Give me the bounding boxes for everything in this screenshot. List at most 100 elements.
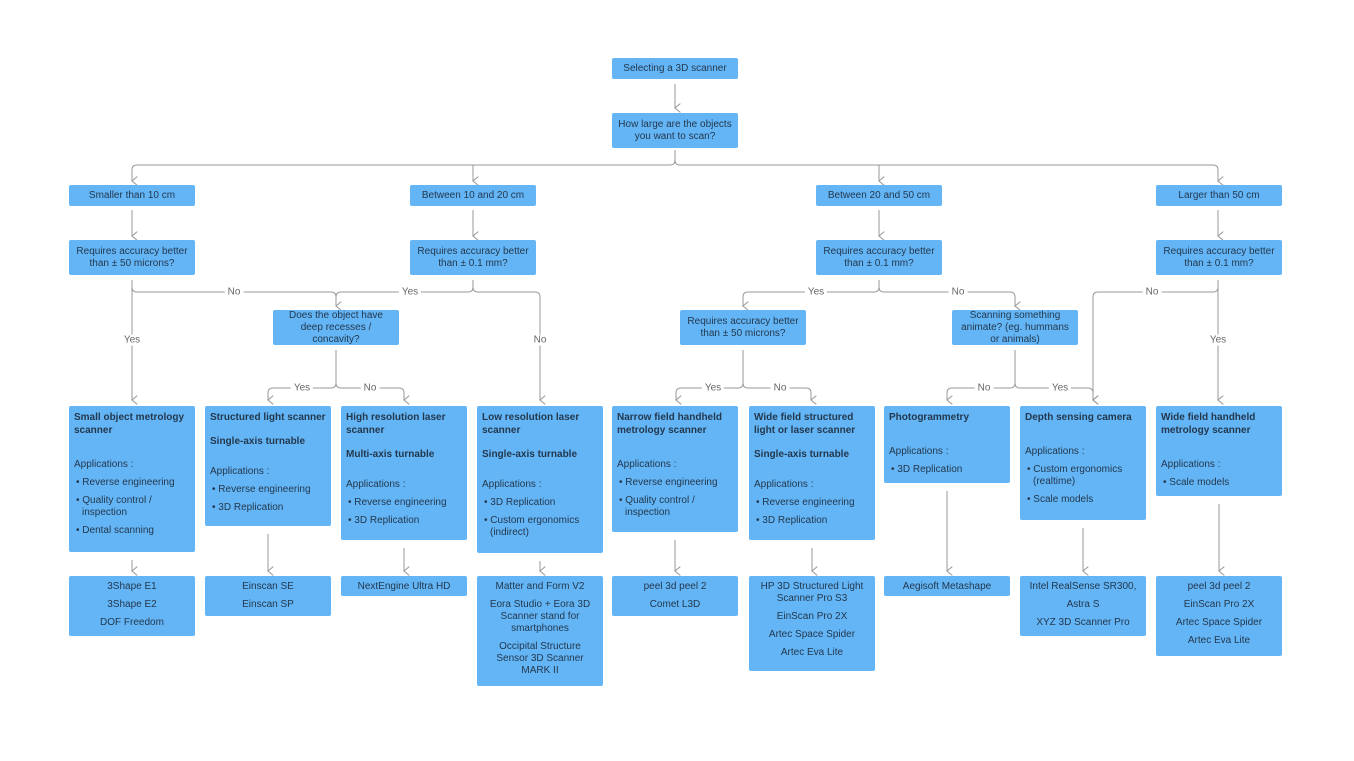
scanner-subtitle: Single-axis turnable [482,449,578,460]
application-item: • Quality control / inspection [76,495,152,518]
product-item: HP 3D Structured Light Scanner Pro S3 [760,581,864,604]
application-item: • Reverse engineering [212,484,311,495]
application-item: • Reverse engineering [756,497,855,508]
application-item: • Dental scanning [76,525,154,536]
applications-label: Applications : [210,466,270,477]
accuracy-question-node: Requires accuracy better than ± 0.1 mm? [1156,240,1282,275]
size-option-node: Larger than 50 cm [1156,185,1282,206]
scanner-node: Wide field structured light or laser sca… [749,406,875,540]
product-list-node: NextEngine Ultra HD [341,576,467,596]
edge-label: No [974,382,994,394]
product-list-node: Aegisoft Metashape [884,576,1010,596]
product-item: NextEngine Ultra HD [357,581,451,592]
scanner-node: Narrow field handheld metrology scanner A… [612,406,738,532]
scanner-subtitle: Single-axis turnable [754,449,850,460]
scanner-name: Structured light scanner [210,412,326,423]
product-item: Artec Space Spider [1175,617,1263,628]
product-item: Eora Studio + Eora 3D Scanner stand for … [489,599,591,634]
product-item: Intel RealSense SR300, [1029,581,1137,592]
scanner-name: Wide field structured light or laser sca… [754,412,856,436]
application-item: • 3D Replication [212,502,284,513]
scanner-name: High resolution laser scanner [346,412,446,436]
sub-question-node: Does the object have deep recesses / con… [273,310,399,345]
product-list-node: Matter and Form V2 Eora Studio + Eora 3D … [477,576,603,686]
application-item: • 3D Replication [348,515,420,526]
applications-label: Applications : [346,479,406,490]
applications-label: Applications : [617,459,677,470]
size-option-node: Smaller than 10 cm [69,185,195,206]
edge-label: No [224,286,244,298]
sub-question-node: Scanning something animate? (eg. hummans… [952,310,1078,345]
scanner-node: Photogrammetry Applications : • 3D Replica… [884,406,1010,483]
scanner-node: High resolution laser scanner Multi-axis … [341,406,467,540]
product-item: peel 3d peel 2 [1187,581,1251,592]
product-list-node: peel 3d peel 2 Comet L3D [612,576,738,616]
application-item: • Quality control / inspection [619,495,695,518]
scanner-subtitle: Multi-axis turnable [346,449,435,460]
scanner-name: Low resolution laser scanner [482,412,580,436]
edge-label: Yes [1206,334,1230,346]
applications-label: Applications : [754,479,814,490]
product-item: EinScan Pro 2X [1183,599,1255,610]
application-item: • Reverse engineering [619,477,718,488]
product-item: Artec Eva Lite [780,647,844,658]
application-item: • Reverse engineering [348,497,447,508]
product-list-node: HP 3D Structured Light Scanner Pro S3 Ein… [749,576,875,671]
accuracy-question-node: Requires accuracy better than ± 0.1 mm? [410,240,536,275]
scanner-node: Depth sensing camera Applications : • Cust… [1020,406,1146,520]
sub-question-node: Requires accuracy better than ± 50 micro… [680,310,806,345]
edge-label: Yes [290,382,314,394]
product-item: Comet L3D [649,599,701,610]
edge-label: No [1142,286,1162,298]
edge-label: Yes [701,382,725,394]
edge-label: Yes [120,334,144,346]
arrow-connector [674,159,1218,181]
edge-label: Yes [398,286,422,298]
scanner-subtitle: Single-axis turnable [210,436,306,447]
scanner-node: Low resolution laser scanner Single-axis … [477,406,603,553]
application-item: • Scale models [1027,494,1094,505]
title-node: Selecting a 3D scanner [612,58,738,79]
applications-label: Applications : [889,446,949,457]
product-item: Artec Space Spider [768,629,856,640]
product-list-node: peel 3d peel 2 EinScan Pro 2X Artec Space … [1156,576,1282,656]
product-list-node: Einscan SE Einscan SP [205,576,331,616]
product-item: Aegisoft Metashape [902,581,992,592]
size-option-node: Between 20 and 50 cm [816,185,942,206]
flowchart: Selecting a 3D scanner How large are the … [0,0,1354,761]
edge-label: No [530,334,550,346]
application-item: • Custom ergonomics (indirect) [484,515,580,538]
application-item: • 3D Replication [756,515,828,526]
product-item: Astra S [1066,599,1100,610]
arrow-connector [1093,286,1219,400]
product-item: DOF Freedom [100,617,164,628]
application-item: • 3D Replication [891,464,963,475]
scanner-node: Structured light scanner Single-axis turn… [205,406,331,526]
product-item: Einscan SE [242,581,294,592]
accuracy-question-node: Requires accuracy better than ± 50 micro… [69,240,195,275]
product-list-node: 3Shape E1 3Shape E2 DOF Freedom [69,576,195,636]
scanner-name: Narrow field handheld metrology scanner [617,412,723,436]
product-item: Artec Eva Lite [1187,635,1251,646]
edge-label: No [770,382,790,394]
product-item: Einscan SP [242,599,294,610]
product-item: 3Shape E2 [107,599,157,610]
edge-label: Yes [1048,382,1072,394]
product-list-node: Intel RealSense SR300, Astra S XYZ 3D Scan… [1020,576,1146,636]
product-item: peel 3d peel 2 [643,581,707,592]
accuracy-question-node: Requires accuracy better than ± 0.1 mm? [816,240,942,275]
size-question-node: How large are the objects you want to sc… [612,113,738,148]
scanner-name: Small object metrology scanner [74,412,185,436]
edge-label: Yes [804,286,828,298]
scanner-node: Wide field handheld metrology scanner App… [1156,406,1282,496]
application-item: • Custom ergonomics (realtime) [1027,464,1123,487]
size-option-node: Between 10 and 20 cm [410,185,536,206]
product-item: Occipital Structure Sensor 3D Scanner MA… [496,641,584,676]
arrow-connector [878,286,1015,306]
product-item: EinScan Pro 2X [776,611,848,622]
scanner-name: Wide field handheld metrology scanner [1161,412,1256,436]
applications-label: Applications : [482,479,542,490]
scanner-name: Depth sensing camera [1025,412,1132,423]
application-item: • 3D Replication [484,497,556,508]
scanner-node: Small object metrology scanner Applicatio… [69,406,195,552]
